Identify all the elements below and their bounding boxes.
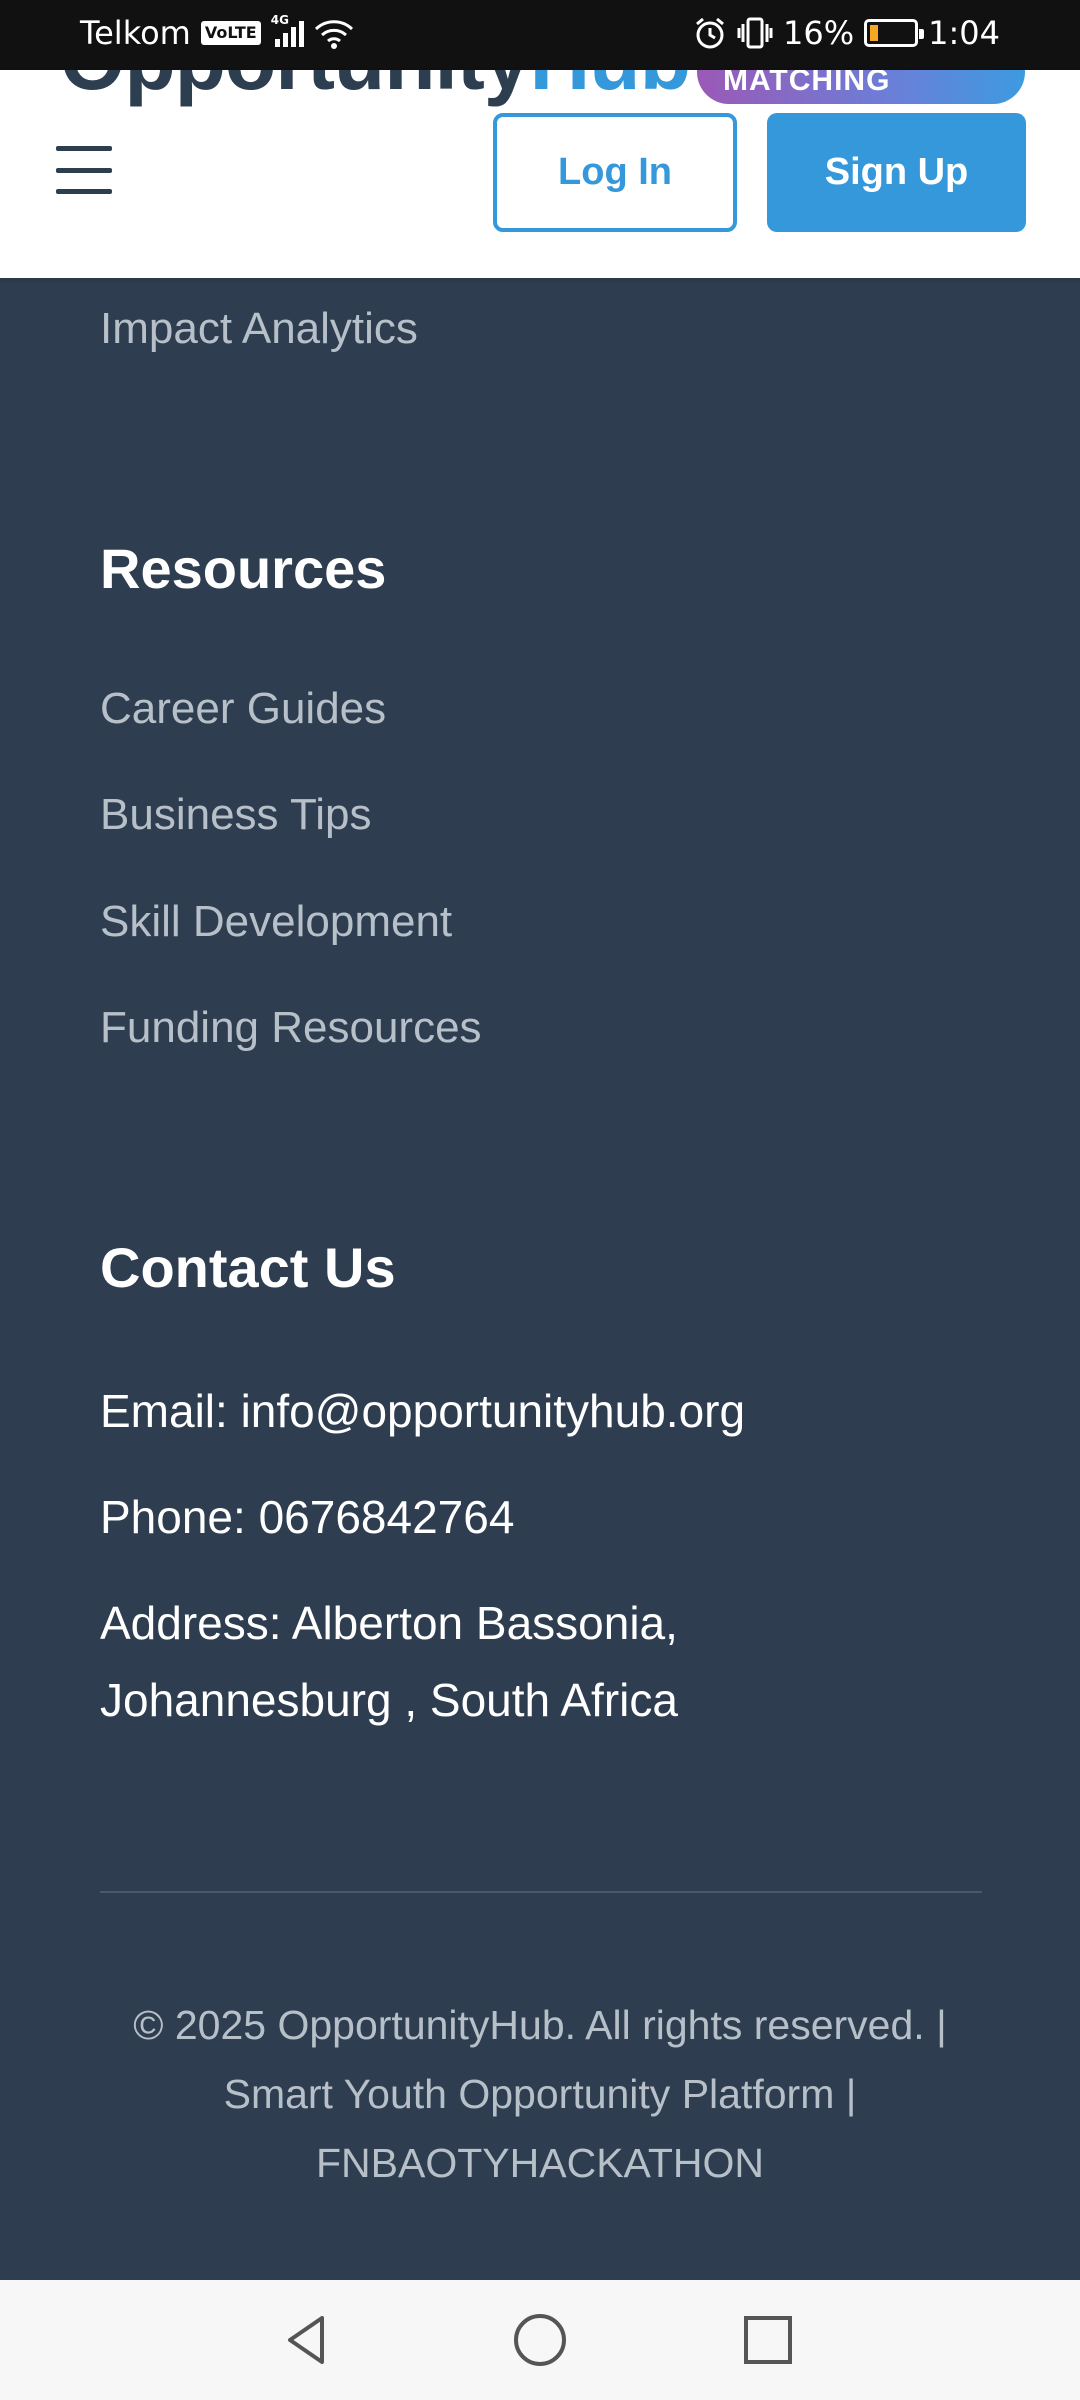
- contact-heading: Contact Us: [100, 1236, 396, 1299]
- site-header: OpportunityHub MATCHING Log In Sign Up: [0, 70, 1080, 278]
- resources-heading: Resources: [100, 537, 387, 600]
- battery-percent: 16%: [783, 14, 855, 52]
- footer-divider: [100, 1891, 982, 1893]
- signal-icon: 4G: [271, 13, 304, 47]
- status-right: 16% 1:04: [693, 14, 1000, 52]
- footer-link-skill-development[interactable]: Skill Development: [100, 897, 452, 947]
- status-bar: Telkom VoLTE 4G 16% 1:04: [0, 0, 1080, 70]
- contact-address: Address: Alberton Bassonia, Johannesburg…: [100, 1597, 678, 1726]
- clock: 1:04: [928, 14, 1000, 52]
- footer-link-business-tips[interactable]: Business Tips: [100, 790, 371, 840]
- site-footer: Impact Analytics Resources Career Guides…: [0, 278, 1080, 2280]
- system-nav-bar: [0, 2280, 1080, 2400]
- volte-icon: VoLTE: [200, 21, 261, 45]
- brand-name-part1: Opportunity: [60, 70, 531, 107]
- login-button[interactable]: Log In: [493, 113, 737, 232]
- brand-logo[interactable]: OpportunityHub: [60, 70, 691, 109]
- battery-icon: [864, 19, 925, 47]
- hamburger-menu-icon[interactable]: [56, 142, 112, 198]
- contact-phone[interactable]: Phone: 0676842764: [100, 1490, 514, 1544]
- contact-email[interactable]: Email: info@opportunityhub.org: [100, 1384, 745, 1438]
- battery-level: [870, 25, 879, 41]
- back-icon[interactable]: [278, 2310, 338, 2370]
- recents-icon[interactable]: [738, 2310, 798, 2370]
- footer-link-impact-analytics[interactable]: Impact Analytics: [100, 304, 418, 354]
- home-icon[interactable]: [510, 2310, 570, 2370]
- footer-link-career-guides[interactable]: Career Guides: [100, 684, 386, 734]
- alarm-icon: [696, 17, 724, 49]
- matching-badge: MATCHING: [697, 70, 1025, 104]
- brand-name-part2: Hub: [530, 70, 691, 107]
- vibrate-icon: [737, 17, 773, 49]
- network-type-label: 4G: [270, 13, 289, 27]
- copyright-text: © 2025 OpportunityHub. All rights reserv…: [133, 2002, 947, 2186]
- signup-button[interactable]: Sign Up: [767, 113, 1026, 232]
- status-left: Telkom VoLTE 4G: [80, 13, 354, 52]
- carrier-label: Telkom: [80, 14, 191, 52]
- footer-link-funding-resources[interactable]: Funding Resources: [100, 1003, 482, 1053]
- wifi-icon: [314, 20, 353, 49]
